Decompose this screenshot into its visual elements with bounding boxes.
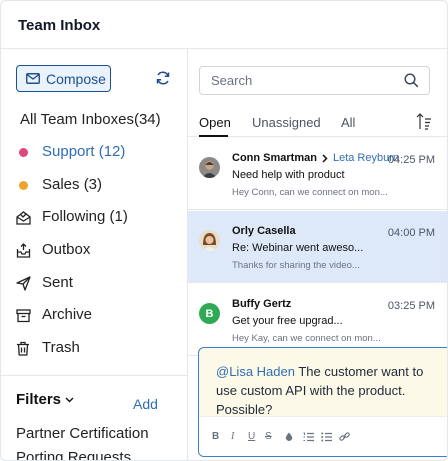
sidebar-item-outbox[interactable]: Outbox <box>1 237 188 263</box>
message-preview: Thanks for sharing the video... <box>232 260 360 271</box>
search-icon[interactable] <box>404 73 419 88</box>
message-preview: Hey Conn, can we connect on mon... <box>232 187 388 198</box>
ordered-list-icon[interactable] <box>303 432 314 442</box>
timestamp: 04:00 PM <box>387 227 435 239</box>
send-icon <box>15 275 31 291</box>
sidebar-item-label: Following (1) <box>42 208 128 225</box>
tab-open[interactable]: Open <box>199 115 231 130</box>
color-drop-icon[interactable] <box>285 432 293 442</box>
sidebar-item-label: Trash <box>42 339 80 356</box>
sidebar: Compose All Team Inboxes(34) Support (12… <box>1 49 188 460</box>
italic-icon[interactable]: I <box>231 431 234 442</box>
page-title: Team Inbox <box>18 17 101 34</box>
sender-name: Conn Smartman <box>232 152 317 164</box>
sidebar-item-trash[interactable]: Trash <box>1 335 188 361</box>
timestamp: 04:25 PM <box>387 154 435 166</box>
envelope-icon <box>26 73 40 84</box>
sidebar-item-all-team-inboxes[interactable]: All Team Inboxes(34) <box>1 107 188 133</box>
add-filter-link[interactable]: Add <box>133 396 158 412</box>
active-tab-indicator <box>199 135 228 137</box>
avatar: B <box>199 303 220 324</box>
chevron-down-icon <box>65 397 74 402</box>
sort-icon[interactable] <box>416 113 432 131</box>
timestamp: 03:25 PM <box>387 300 435 312</box>
sidebar-item-sales[interactable]: Sales (3) <box>1 172 188 198</box>
archive-icon <box>15 307 31 323</box>
sender-name: Orly Casella <box>232 225 296 237</box>
subject: Need help with product <box>232 169 345 181</box>
subject: Re: Webinar went aweso... <box>232 242 364 254</box>
sidebar-item-following[interactable]: Following (1) <box>1 204 188 230</box>
following-icon <box>15 209 31 225</box>
internal-note-composer[interactable]: @Lisa Haden The customer want to use cus… <box>198 347 447 457</box>
sidebar-item-label: Sent <box>42 274 73 291</box>
tab-all[interactable]: All <box>341 115 355 130</box>
avatar <box>199 230 220 251</box>
status-dot <box>18 180 28 190</box>
top-bar: Team Inbox <box>1 1 447 49</box>
compose-button[interactable]: Compose <box>16 65 111 92</box>
conversation-item[interactable]: B Buffy Gertz 03:25 PM Get your free upg… <box>188 284 447 356</box>
tab-unassigned[interactable]: Unassigned <box>252 115 321 130</box>
chevron-right-icon <box>322 153 328 163</box>
sidebar-divider <box>1 375 188 376</box>
sidebar-item-support[interactable]: Support (12) <box>1 139 188 165</box>
conversation-item[interactable]: Conn Smartman Leta Reyburn 04:25 PM Need… <box>188 138 447 210</box>
outbox-icon <box>15 242 31 258</box>
tab-bar: Open Unassigned All <box>188 111 447 137</box>
sidebar-item-label: Support (12) <box>42 143 126 160</box>
note-text[interactable]: @Lisa Haden The customer want to use cus… <box>216 362 446 419</box>
avatar <box>199 157 220 178</box>
sidebar-item-label: Sales (3) <box>42 176 103 193</box>
search-placeholder: Search <box>211 73 253 88</box>
underline-icon[interactable]: U <box>248 431 255 442</box>
status-dot <box>18 147 28 157</box>
trash-icon <box>15 340 31 356</box>
filter-item-partner-certification[interactable]: Partner Certification <box>16 425 149 442</box>
filters-toggle[interactable]: Filters <box>16 391 74 408</box>
sidebar-item-sent[interactable]: Sent <box>1 270 188 296</box>
team-inbox-window: Team Inbox Compose All Team Inboxes(34) … <box>0 0 448 461</box>
sidebar-item-archive[interactable]: Archive <box>1 302 188 328</box>
formatting-toolbar: B I U S <box>199 416 447 456</box>
bullet-list-icon[interactable] <box>321 432 332 442</box>
subject: Get your free upgrad... <box>232 315 343 327</box>
compose-label: Compose <box>46 70 106 87</box>
strikethrough-icon[interactable]: S <box>265 431 272 442</box>
search-input[interactable]: Search <box>199 66 430 95</box>
refresh-icon[interactable] <box>155 70 171 86</box>
sidebar-item-label: All Team Inboxes(34) <box>20 111 161 128</box>
link-icon[interactable] <box>339 432 350 442</box>
conversation-item-selected[interactable]: Orly Casella 04:00 PM Re: Webinar went a… <box>188 211 447 283</box>
bold-icon[interactable]: B <box>212 431 219 442</box>
sidebar-item-label: Archive <box>42 306 93 323</box>
message-preview: Hey Kay, can we connect on mon... <box>232 333 381 344</box>
filters-label: Filters <box>16 391 62 408</box>
mention[interactable]: @Lisa Haden <box>216 364 295 379</box>
sidebar-item-label: Outbox <box>42 241 91 258</box>
filter-item-porting-requests[interactable]: Porting Requests <box>16 449 131 460</box>
sender-name: Buffy Gertz <box>232 298 292 310</box>
conversation-list-panel: Search Open Unassigned All Conn Smartman… <box>188 49 447 460</box>
